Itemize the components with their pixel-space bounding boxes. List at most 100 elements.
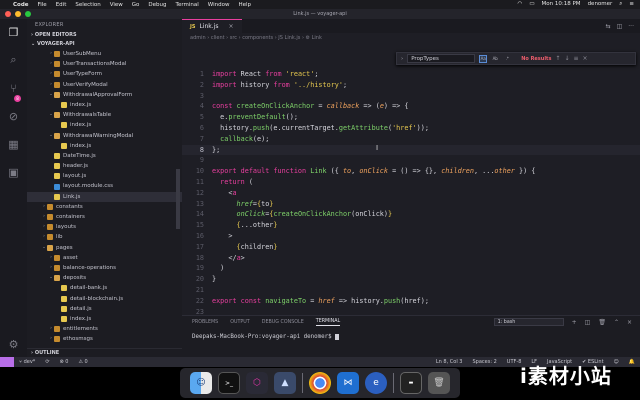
tab-terminal[interactable]: TERMINAL xyxy=(315,319,341,326)
tree-folder[interactable]: › balance-operations xyxy=(27,263,182,273)
whole-word-toggle[interactable]: Ab xyxy=(491,55,499,63)
sidebar-scrollbar[interactable] xyxy=(176,169,180,229)
code-line[interactable]: 8}; xyxy=(182,144,640,156)
trash-icon[interactable]: 🗑 xyxy=(598,319,606,326)
project-section[interactable]: ⌄ VOYAGER-API xyxy=(27,40,182,49)
toggle-replace-icon[interactable]: › xyxy=(401,56,403,62)
screen-app-icon[interactable]: ▬ xyxy=(400,372,422,394)
minimize-window-button[interactable] xyxy=(15,11,21,17)
tree-folder[interactable]: ⌄ pages xyxy=(27,243,182,253)
tree-file[interactable]: detail.js xyxy=(27,304,182,314)
menu-file[interactable]: File xyxy=(37,2,46,8)
tab-debug-console[interactable]: DEBUG CONSOLE xyxy=(262,320,304,325)
gear-icon[interactable]: ⚙ xyxy=(7,337,21,351)
code-line[interactable]: 4 const createOnClickAnchor = callback =>… xyxy=(182,101,640,112)
tree-file[interactable]: index.js xyxy=(27,314,182,324)
tree-file[interactable]: Link.js xyxy=(27,191,182,202)
menu-help[interactable]: Help xyxy=(238,2,251,8)
terminal-icon[interactable]: >_ xyxy=(218,372,240,394)
tree-folder[interactable]: › UserTypeForm xyxy=(27,69,182,79)
tree-file[interactable]: detail-blockchain.js xyxy=(27,294,182,304)
chrome-icon[interactable] xyxy=(309,372,331,394)
split-terminal-icon[interactable]: ◫ xyxy=(585,319,591,326)
tab-problems[interactable]: PROBLEMS xyxy=(192,320,218,325)
tree-folder[interactable]: ⌄ deposits xyxy=(27,273,182,283)
tree-folder[interactable]: › ethosmsgs xyxy=(27,334,182,344)
vscode-icon[interactable]: ⋈ xyxy=(337,372,359,394)
terminal-output[interactable]: Deepaks-MacBook-Pro:voyager-api denomer$… xyxy=(182,328,640,340)
code-line[interactable]: 18 </a > xyxy=(182,253,640,264)
extensions-icon[interactable]: ▦ xyxy=(7,137,21,151)
open-changes-icon[interactable]: ⇆ xyxy=(606,23,611,30)
tree-file[interactable]: index.js xyxy=(27,141,182,151)
code-editor[interactable]: 1 import React from 'react'; 2 import histo… xyxy=(182,69,640,324)
code-line[interactable]: 15 {...other} xyxy=(182,220,640,231)
close-panel-icon[interactable]: × xyxy=(627,319,632,326)
menu-debug[interactable]: Debug xyxy=(148,2,166,8)
code-line[interactable]: 16 > xyxy=(182,231,640,242)
find-in-selection-icon[interactable]: ≡ xyxy=(573,55,578,62)
close-icon[interactable]: × xyxy=(228,23,233,30)
spotlight-icon[interactable]: ⌕ xyxy=(619,1,622,8)
battery-icon[interactable]: ▭ xyxy=(529,1,534,8)
tree-file[interactable]: layout.module.css xyxy=(27,181,182,191)
tree-folder[interactable]: › UserTransactionsModal xyxy=(27,59,182,69)
breadcrumb[interactable]: admin › client › src › components › JS L… xyxy=(182,33,640,43)
graphql-icon[interactable]: ⬡ xyxy=(246,372,268,394)
tree-folder[interactable]: › UserSubMenu xyxy=(27,49,182,59)
code-line[interactable]: 6 history. push (e.currentTarget. getAttrib… xyxy=(182,123,640,134)
tree-file[interactable]: header.js xyxy=(27,161,182,171)
find-input[interactable]: PropTypes xyxy=(407,54,476,63)
terminal-select[interactable]: 1: bash xyxy=(493,318,564,326)
remote-indicator[interactable] xyxy=(0,357,14,367)
bell-icon[interactable]: 🔔 xyxy=(624,359,640,365)
more-actions-icon[interactable]: ··· xyxy=(628,23,634,30)
browser-icon[interactable]: e xyxy=(365,372,387,394)
menu-extras-icon[interactable]: ≡ xyxy=(629,1,634,8)
source-control-icon[interactable]: ⑂ xyxy=(7,81,21,95)
code-line[interactable]: 22 export const navigateTo = href => hist… xyxy=(182,296,640,307)
tree-file[interactable]: detail-bank.js xyxy=(27,283,182,293)
close-window-button[interactable] xyxy=(5,11,11,17)
explorer-icon[interactable]: ❐ xyxy=(7,25,21,39)
tree-folder[interactable]: › constants xyxy=(27,202,182,212)
tree-file[interactable]: layout.js xyxy=(27,171,182,181)
indentation-status[interactable]: Spaces: 2 xyxy=(468,359,502,365)
tree-folder[interactable]: › layouts xyxy=(27,222,182,232)
zoom-window-button[interactable] xyxy=(25,11,31,17)
code-line[interactable]: 9 xyxy=(182,155,640,166)
menubar-clock[interactable]: Mon 10:18 PM xyxy=(542,1,581,8)
add-terminal-icon[interactable]: + xyxy=(572,319,577,326)
code-line[interactable]: 2 import history from '../history'; xyxy=(182,80,640,91)
open-editors-section[interactable]: › OPEN EDITORS xyxy=(27,31,182,40)
wifi-icon[interactable]: ◠ xyxy=(518,1,523,8)
code-line[interactable]: 14 onClick ={createOnClickAnchor (onClick)… xyxy=(182,209,640,220)
next-match-icon[interactable]: ↓ xyxy=(564,55,569,62)
rocket-app-icon[interactable]: ▲ xyxy=(274,372,296,394)
remote-explorer-icon[interactable]: ▣ xyxy=(7,165,21,179)
tree-folder[interactable]: › asset xyxy=(27,253,182,263)
debug-icon[interactable]: ⊘ xyxy=(7,109,21,123)
cursor-position[interactable]: Ln 8, Col 3 xyxy=(431,359,468,365)
menu-terminal[interactable]: Terminal xyxy=(176,2,199,8)
tree-folder[interactable]: › lib xyxy=(27,232,182,242)
maximize-panel-icon[interactable]: ⌃ xyxy=(614,319,619,326)
menu-window[interactable]: Window xyxy=(208,2,230,8)
trash-icon[interactable]: 🗑 xyxy=(428,372,450,394)
code-line[interactable]: 3 xyxy=(182,91,640,102)
code-line[interactable]: 20} xyxy=(182,274,640,285)
menu-edit[interactable]: Edit xyxy=(56,2,67,8)
tree-folder[interactable]: › entitlements xyxy=(27,324,182,334)
menu-go[interactable]: Go xyxy=(132,2,140,8)
branch-status[interactable]: ⑂ dev* xyxy=(14,359,40,365)
match-case-toggle[interactable]: Aa xyxy=(479,54,488,63)
tree-folder[interactable]: › containers xyxy=(27,212,182,222)
menu-selection[interactable]: Selection xyxy=(75,2,100,8)
code-line[interactable]: 19 ) xyxy=(182,263,640,274)
menubar-user[interactable]: denomer xyxy=(588,1,613,8)
outline-section[interactable]: › OUTLINE xyxy=(27,348,182,357)
code-line[interactable]: 11 return ( xyxy=(182,177,640,188)
code-line[interactable]: 5 e. preventDefault (); xyxy=(182,112,640,123)
code-line[interactable]: 10 export default function Link ({ to, on… xyxy=(182,166,640,177)
finder-icon[interactable]: ☺ xyxy=(190,372,212,394)
